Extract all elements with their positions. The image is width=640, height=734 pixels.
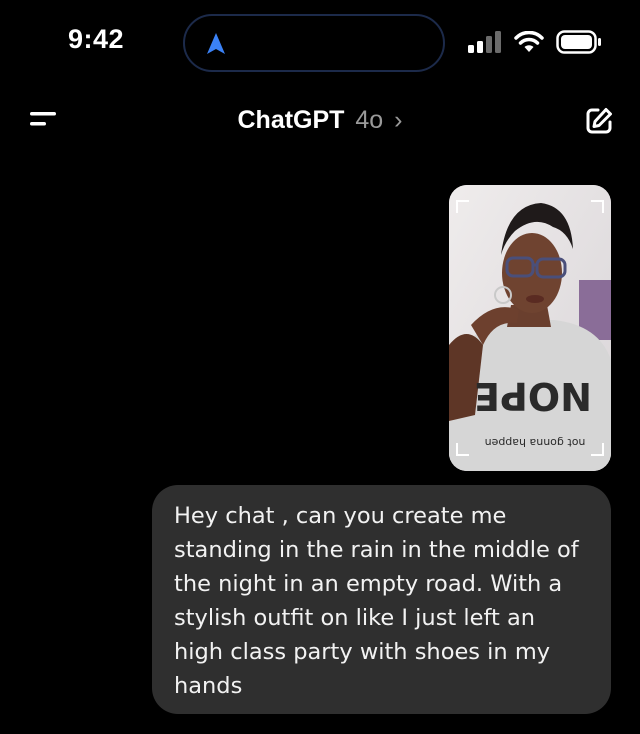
model-label: 4o [355, 106, 384, 134]
cellular-signal-icon [468, 31, 501, 53]
status-icons [468, 30, 602, 54]
photo-image: NOPE not gonna happen [449, 185, 611, 471]
new-chat-icon[interactable] [584, 106, 614, 136]
location-arrow-icon [207, 33, 225, 54]
chevron-right-icon: › [394, 106, 403, 134]
shirt-subtext: not gonna happen [485, 436, 586, 449]
attached-photo[interactable]: NOPE not gonna happen [449, 185, 611, 471]
user-message-text: Hey chat , can you create me standing in… [174, 503, 579, 699]
model-selector[interactable]: ChatGPT 4o › [0, 106, 640, 135]
dynamic-island[interactable] [183, 14, 445, 72]
wifi-icon [514, 31, 544, 52]
status-time: 9:42 [68, 24, 125, 54]
shirt-text: NOPE [474, 374, 592, 418]
app-title: ChatGPT [237, 106, 345, 134]
battery-icon [556, 30, 601, 54]
chat-screen: 9:42 ChatGPT 4o › NOPE not gonna happen … [0, 0, 640, 734]
user-message-bubble[interactable]: Hey chat , can you create me standing in… [152, 485, 611, 714]
